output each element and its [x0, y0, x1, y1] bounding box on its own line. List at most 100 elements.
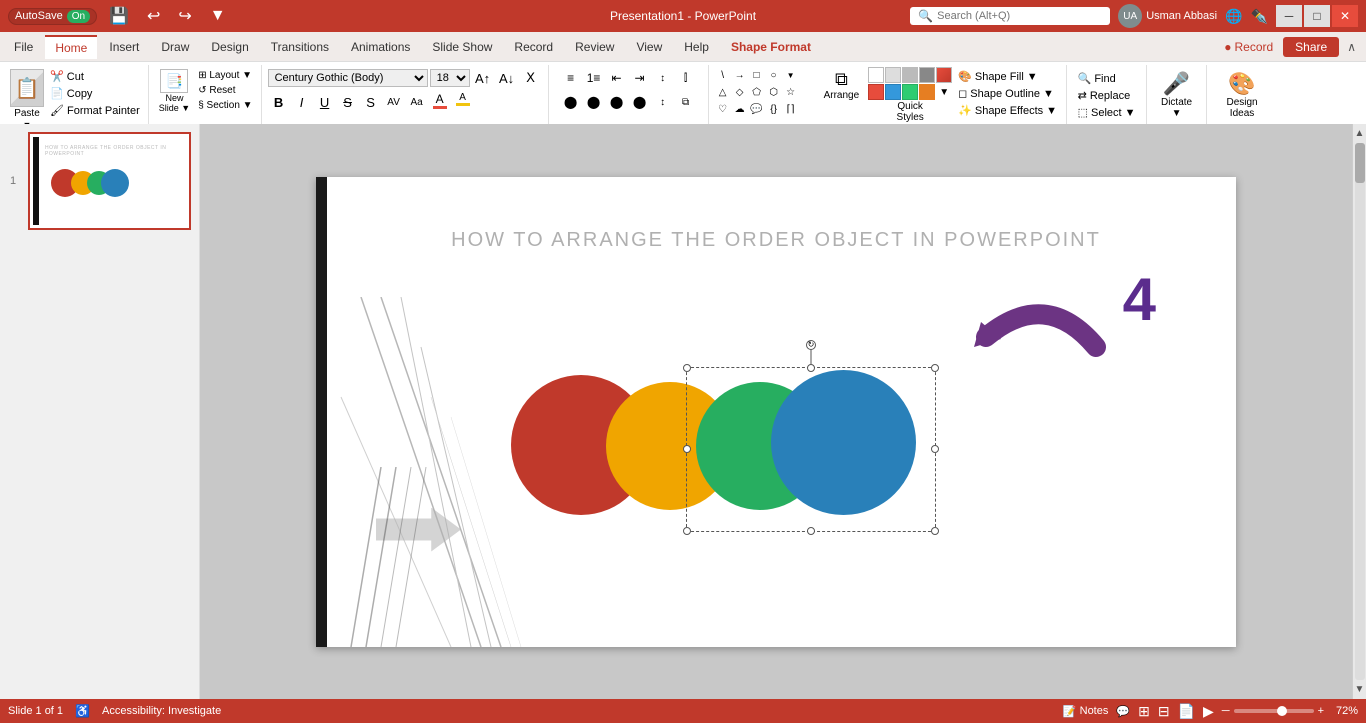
tab-transitions[interactable]: Transitions — [261, 36, 339, 58]
shape-bracket-btn[interactable]: {} — [766, 101, 782, 117]
comments-button[interactable]: 💬 — [1116, 705, 1130, 718]
shape-circle-btn[interactable]: ○ — [766, 67, 782, 83]
minimize-button[interactable]: ─ — [1276, 5, 1302, 27]
shadow-button[interactable]: S — [360, 91, 382, 113]
decrease-indent-button[interactable]: ⇤ — [606, 67, 628, 89]
font-name-select[interactable]: Century Gothic (Body) — [268, 69, 428, 87]
zoom-out-button[interactable]: ─ — [1222, 705, 1230, 717]
zoom-thumb[interactable] — [1277, 706, 1287, 716]
increase-font-size-button[interactable]: A↑ — [472, 67, 494, 89]
scroll-track[interactable] — [1355, 143, 1365, 680]
quick-styles-button[interactable]: QuickStyles — [897, 101, 924, 123]
slide-sorter-button[interactable]: ⊟ — [1158, 703, 1170, 720]
style-5[interactable] — [936, 67, 952, 83]
share-button[interactable]: Share — [1283, 37, 1339, 57]
format-painter-button[interactable]: 🖌 Format Painter — [48, 103, 142, 118]
clear-formatting-button[interactable]: Ⅹ — [520, 67, 542, 89]
text-direction-button[interactable]: ↕ — [652, 91, 674, 113]
shape-line-btn[interactable]: \ — [715, 67, 731, 83]
shape-callout-btn[interactable]: 💬 — [749, 101, 765, 117]
cut-button[interactable]: ✂️ Cut — [48, 69, 142, 84]
shape-outline-button[interactable]: ◻ Shape Outline ▼ — [955, 86, 1060, 101]
shape-rect-btn[interactable]: □ — [749, 67, 765, 83]
ribbon-collapse-button[interactable]: ∧ — [1341, 38, 1362, 56]
decrease-font-size-button[interactable]: A↓ — [496, 67, 518, 89]
save-button[interactable]: 💾 — [103, 4, 135, 28]
zoom-control[interactable]: ─ + 72% — [1222, 705, 1358, 717]
style-4[interactable] — [919, 67, 935, 83]
line-spacing-button[interactable]: ↕ — [652, 67, 674, 89]
record-tab-button[interactable]: ● Record — [1216, 38, 1281, 56]
zoom-percent[interactable]: 72% — [1328, 705, 1358, 717]
font-color-button[interactable]: A — [429, 91, 451, 113]
tab-shape-format[interactable]: Shape Format — [721, 36, 821, 58]
style-2[interactable] — [885, 67, 901, 83]
undo-button[interactable]: ↩ — [141, 4, 166, 28]
increase-indent-button[interactable]: ⇥ — [629, 67, 651, 89]
highlight-button[interactable]: A — [452, 91, 474, 113]
reading-view-button[interactable]: 📄 — [1178, 703, 1195, 720]
char-spacing-button[interactable]: AV — [383, 91, 405, 113]
autosave-toggle[interactable]: AutoSave On — [8, 8, 97, 25]
shape-cloud-btn[interactable]: ☁ — [732, 101, 748, 117]
shape-brace-btn[interactable]: ⌈⌉ — [783, 101, 799, 117]
tab-review[interactable]: Review — [565, 36, 624, 58]
paste-button[interactable]: 📋 Paste ▼ — [8, 67, 46, 132]
style-3[interactable] — [902, 67, 918, 83]
tab-slideshow[interactable]: Slide Show — [422, 36, 502, 58]
shape-heart-btn[interactable]: ♡ — [715, 101, 731, 117]
tab-view[interactable]: View — [626, 36, 672, 58]
tab-insert[interactable]: Insert — [99, 36, 149, 58]
align-right-button[interactable]: ⬤ — [606, 91, 628, 113]
shape-hexagon-btn[interactable]: ⬡ — [766, 84, 782, 100]
shape-diamond-btn[interactable]: ◇ — [732, 84, 748, 100]
customize-button[interactable]: ▼ — [204, 5, 232, 27]
maximize-button[interactable]: □ — [1304, 5, 1330, 27]
tab-design[interactable]: Design — [201, 36, 258, 58]
style-7[interactable] — [885, 84, 901, 100]
globe-icon[interactable]: 🌐 — [1225, 8, 1242, 25]
style-8[interactable] — [902, 84, 918, 100]
pen-icon[interactable]: ✒️ — [1251, 8, 1268, 25]
vertical-scrollbar[interactable]: ▲ ▼ — [1352, 124, 1366, 699]
align-left-button[interactable]: ⬤ — [560, 91, 582, 113]
tab-help[interactable]: Help — [674, 36, 719, 58]
layout-button[interactable]: ⊞ Layout ▼ — [196, 69, 254, 82]
search-bar[interactable]: 🔍 — [910, 7, 1110, 25]
font-size-select[interactable]: 18 — [430, 69, 470, 87]
find-button[interactable]: 🔍 Find — [1075, 71, 1139, 86]
shape-star-btn[interactable]: ☆ — [783, 84, 799, 100]
columns-button[interactable]: ⫿ — [675, 67, 697, 89]
strikethrough-button[interactable]: S — [337, 91, 359, 113]
numbering-button[interactable]: 1≡ — [583, 67, 605, 89]
arrange-button[interactable]: ⧉ Arrange — [818, 67, 866, 103]
scroll-thumb[interactable] — [1355, 143, 1365, 183]
search-input[interactable] — [937, 10, 1087, 22]
section-button[interactable]: § Section ▼ — [196, 99, 254, 112]
dictate-button[interactable]: 🎤 Dictate ▼ — [1161, 71, 1192, 119]
scroll-up-arrow[interactable]: ▲ — [1353, 126, 1366, 141]
accessibility-text[interactable]: Accessibility: Investigate — [102, 705, 221, 717]
select-button[interactable]: ⬚ Select ▼ — [1075, 105, 1139, 120]
notes-button[interactable]: 📝 Notes — [1063, 705, 1108, 718]
text-case-button[interactable]: Aa — [406, 91, 428, 113]
style-9[interactable] — [919, 84, 935, 100]
scroll-down-arrow[interactable]: ▼ — [1353, 682, 1366, 697]
close-button[interactable]: ✕ — [1332, 5, 1358, 27]
justify-button[interactable]: ⬤ — [629, 91, 651, 113]
bold-button[interactable]: B — [268, 91, 290, 113]
reset-button[interactable]: ↺ Reset — [196, 84, 254, 97]
canvas-area[interactable]: HOW TO ARRANGE THE ORDER OBJECT IN POWER… — [200, 124, 1352, 699]
tab-home[interactable]: Home — [45, 35, 97, 59]
style-6[interactable] — [868, 84, 884, 100]
shape-more-btn[interactable]: ▼ — [783, 67, 799, 83]
align-center-button[interactable]: ⬤ — [583, 91, 605, 113]
style-1[interactable] — [868, 67, 884, 83]
design-ideas-button[interactable]: 🎨 Design Ideas — [1226, 71, 1257, 119]
tab-file[interactable]: File — [4, 36, 43, 58]
shape-triangle-btn[interactable]: △ — [715, 84, 731, 100]
zoom-in-button[interactable]: + — [1318, 705, 1324, 717]
shape-effects-button[interactable]: ✨ Shape Effects ▼ — [955, 103, 1060, 118]
zoom-slider[interactable] — [1234, 709, 1314, 713]
tab-record[interactable]: Record — [504, 36, 563, 58]
